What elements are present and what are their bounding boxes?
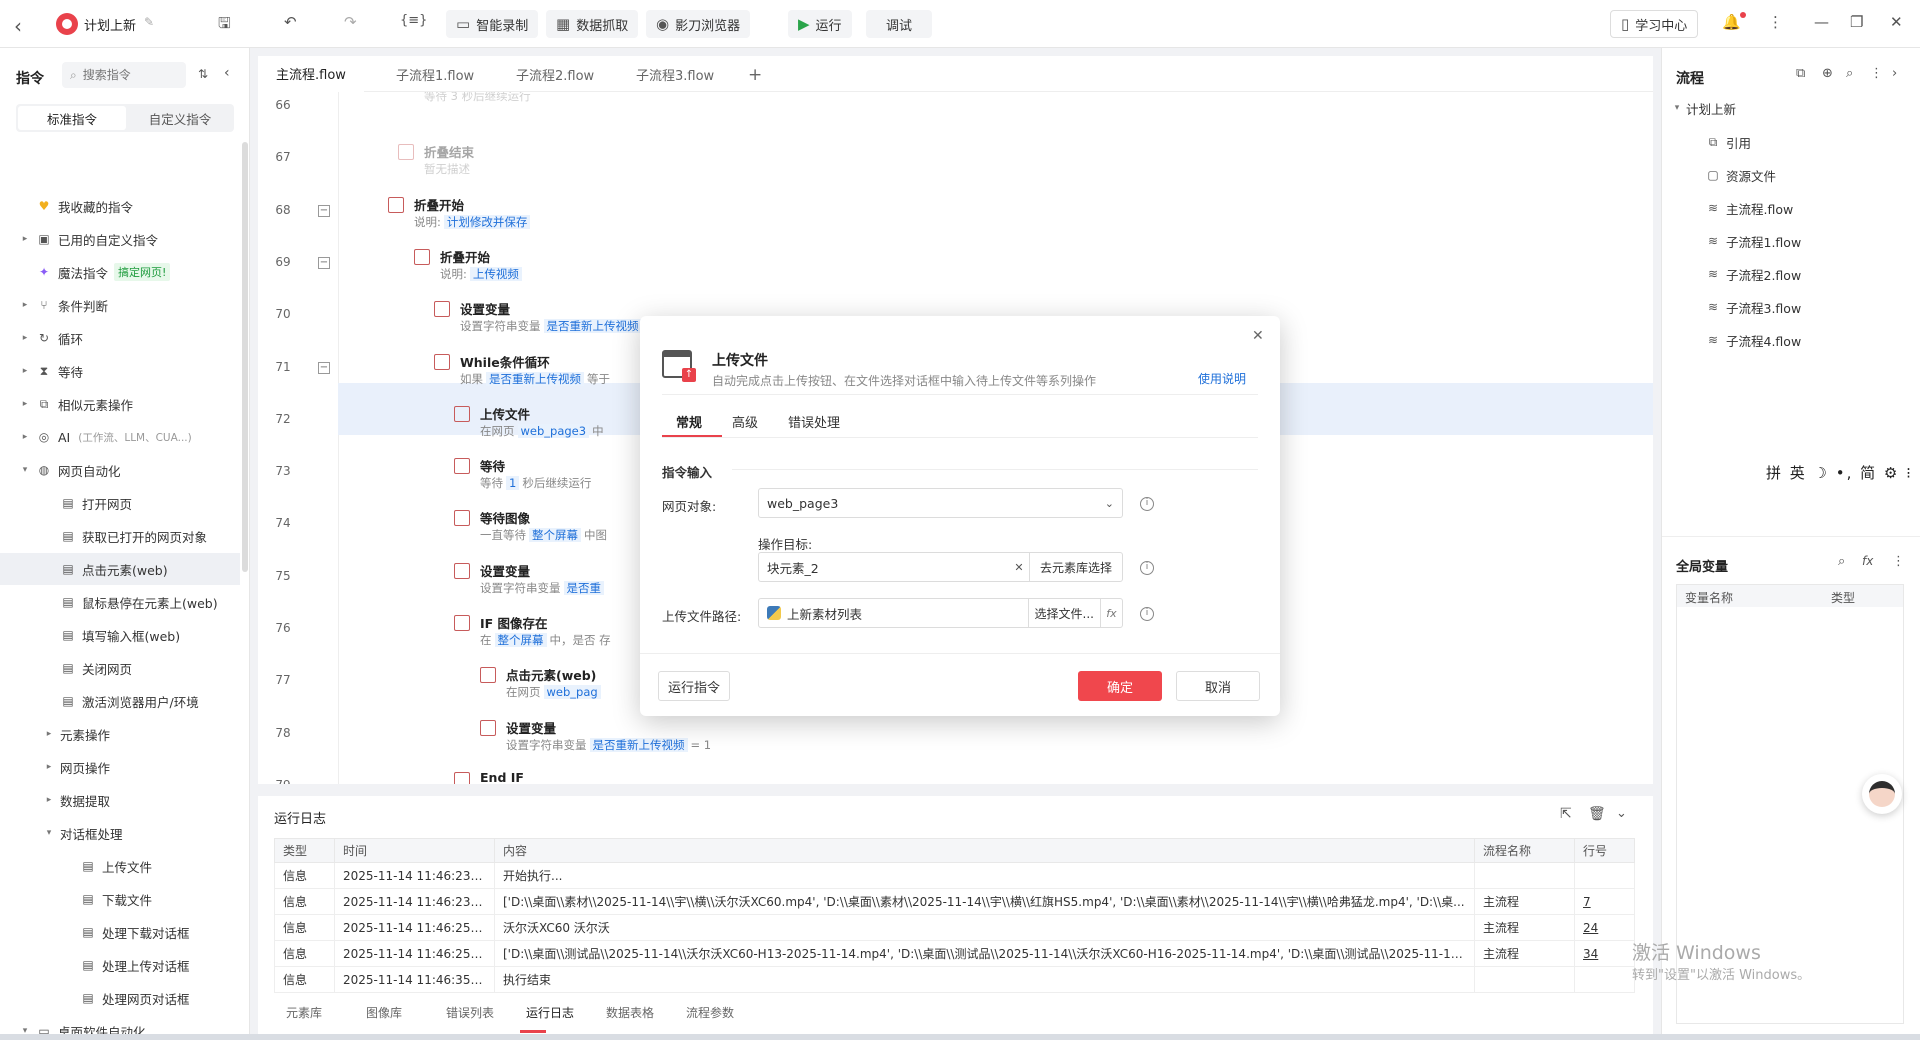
python-icon xyxy=(767,606,781,620)
clear-icon[interactable]: ✕ xyxy=(1009,561,1029,574)
info-icon[interactable]: i xyxy=(1140,497,1154,511)
tab-general[interactable]: 常规 xyxy=(676,412,702,431)
confirm-button[interactable]: 确定 xyxy=(1078,671,1162,701)
dialog-title: 上传文件 xyxy=(712,353,768,369)
section-title: 指令输入 xyxy=(662,465,713,480)
upload-file-dialog: ✕ ↑ 上传文件 自动完成点击上传按钮、在文件选择对话框中输入待上传文件等系列操… xyxy=(640,316,1280,716)
web-object-label: 网页对象: xyxy=(662,499,717,514)
modal-overlay: ✕ ↑ 上传文件 自动完成点击上传按钮、在文件选择对话框中输入待上传文件等系列操… xyxy=(0,0,1920,1040)
choose-file-button[interactable]: 选择文件... xyxy=(1027,599,1100,627)
info-icon[interactable]: i xyxy=(1140,607,1154,621)
tab-divider xyxy=(662,437,1258,438)
upload-path-field[interactable]: 上新素材列表 选择文件... fx xyxy=(758,598,1123,628)
status-strip xyxy=(0,1034,1920,1040)
cancel-button[interactable]: 取消 xyxy=(1176,671,1260,701)
upload-path-label: 上传文件路径: xyxy=(662,609,742,624)
pick-from-library-button[interactable]: 去元素库选择 xyxy=(1028,553,1122,581)
tab-error-handling[interactable]: 错误处理 xyxy=(788,412,840,431)
target-field[interactable]: 块元素_2 ✕ 去元素库选择 xyxy=(758,552,1123,582)
run-command-button[interactable]: 运行指令 xyxy=(658,671,730,701)
tab-advanced[interactable]: 高级 xyxy=(732,412,758,431)
target-label: 操作目标: xyxy=(758,537,813,552)
divider xyxy=(662,394,1258,395)
close-icon[interactable]: ✕ xyxy=(1252,328,1264,344)
function-icon[interactable]: fx xyxy=(1100,599,1122,627)
dialog-description: 自动完成点击上传按钮、在文件选择对话框中输入待上传文件等系列操作 xyxy=(712,374,1097,388)
info-icon[interactable]: i xyxy=(1140,561,1154,575)
section-divider xyxy=(732,469,1258,470)
help-link[interactable]: 使用说明 xyxy=(1198,370,1246,387)
chevron-down-icon: ⌄ xyxy=(1104,496,1114,510)
upload-file-icon: ↑ xyxy=(662,350,696,382)
web-object-select[interactable]: web_page3 ⌄ xyxy=(758,488,1123,518)
footer-divider xyxy=(640,653,1280,654)
